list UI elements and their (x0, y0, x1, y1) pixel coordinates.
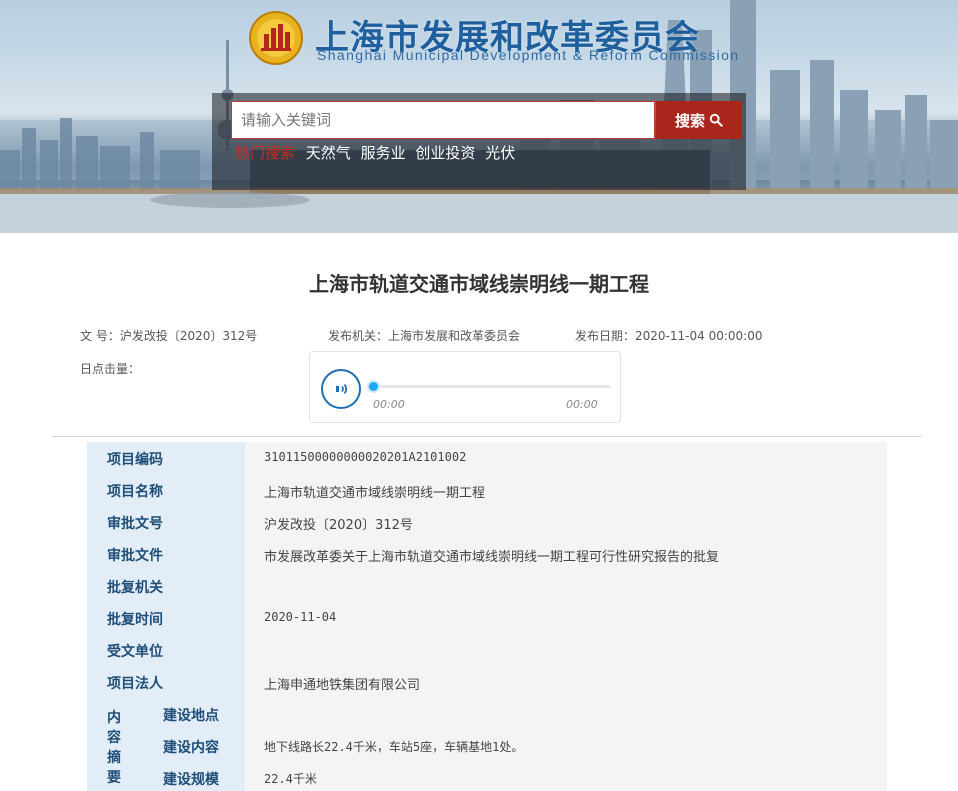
progress-knob[interactable] (367, 380, 380, 393)
issuer-meta: 发布机关：上海市发展和改革委员会 (328, 327, 520, 344)
doc-number-label: 文 号： (80, 329, 120, 343)
hot-keyword-link[interactable]: 光伏 (485, 144, 515, 162)
row-label: 受文单位 (107, 644, 163, 660)
row-label: 审批文件 (107, 548, 163, 564)
search-button[interactable]: 搜索 (656, 101, 742, 139)
hot-search-label: 热门搜索 (235, 144, 296, 162)
page-title: 上海市轨道交通市域线崇明线一期工程 (309, 272, 649, 296)
hot-search-row: 热门搜索 天然气 服务业 创业投资 光伏 (235, 142, 520, 166)
row-value: 沪发改投〔2020〕312号 (264, 518, 413, 533)
table-row: 项目法人 上海申通地铁集团有限公司 (87, 666, 887, 698)
row-label: 项目法人 (107, 676, 163, 692)
table-row: 批复时间 2020-11-04 (87, 602, 887, 634)
table-row: 受文单位 (87, 634, 887, 666)
doc-number-meta: 文 号：沪发改投〔2020〕312号 (80, 327, 257, 344)
speaker-icon (336, 383, 348, 395)
table-row: 项目编码 31011500000000020201A2101002 (87, 442, 887, 474)
row-label: 批复机关 (107, 580, 163, 596)
row-label: 批复时间 (107, 612, 163, 628)
row-label: 建设内容 (163, 740, 219, 756)
row-value: 22.4千米 (264, 772, 317, 786)
search-input[interactable] (231, 101, 655, 139)
divider (52, 436, 922, 437)
emblem-icon (249, 11, 303, 65)
publish-date-label: 发布日期： (575, 329, 636, 343)
row-value: 地下线路长22.4千米，车站5座，车辆基地1处。 (264, 740, 524, 754)
hot-keyword-link[interactable]: 创业投资 (415, 144, 475, 162)
search-icon (709, 113, 723, 127)
row-value: 市发展改革委关于上海市轨道交通市域线崇明线一期工程可行性研究报告的批复 (264, 550, 720, 565)
total-time: 00:00 (566, 398, 598, 411)
table-row: 项目名称 上海市轨道交通市域线崇明线一期工程 (87, 474, 887, 506)
table-row: 批复机关 (87, 570, 887, 602)
table-row: 建设内容 地下线路长22.4千米，车站5座，车辆基地1处。 (87, 730, 887, 762)
row-value: 2020-11-04 (264, 610, 337, 624)
audio-player: 00:00 00:00 (309, 351, 621, 423)
row-label: 审批文号 (107, 516, 163, 532)
row-label: 建设地点 (163, 708, 219, 724)
issuer-label: 发布机关： (328, 329, 389, 343)
row-value: 上海申通地铁集团有限公司 (264, 678, 421, 693)
site-logo[interactable]: 上海市发展和改革委员会 Shanghai Municipal Developme… (247, 10, 738, 70)
table-row: 审批文号 沪发改投〔2020〕312号 (87, 506, 887, 538)
search-panel: 搜索 热门搜索 天然气 服务业 创业投资 光伏 (212, 93, 746, 190)
site-subtitle: Shanghai Municipal Development & Reform … (317, 47, 740, 63)
issuer-value: 上海市发展和改革委员会 (388, 329, 521, 343)
row-label: 项目名称 (107, 484, 163, 500)
row-label: 建设规模 (163, 772, 219, 788)
view-count-label: 日点击量： (80, 362, 141, 376)
table-row: 审批文件 市发展改革委关于上海市轨道交通市域线崇明线一期工程可行性研究报告的批复 (87, 538, 887, 570)
row-value: 31011500000000020201A2101002 (264, 450, 467, 464)
search-button-label: 搜索 (674, 111, 705, 130)
doc-number-value: 沪发改投〔2020〕312号 (119, 329, 258, 343)
hot-keyword-link[interactable]: 服务业 (361, 144, 406, 162)
project-info-table: 项目编码 31011500000000020201A2101002 项目名称 上… (87, 442, 887, 791)
play-button[interactable] (321, 369, 361, 409)
publish-date-meta: 发布日期：2020-11-04 00:00:00 (575, 327, 762, 344)
hot-keyword-link[interactable]: 天然气 (306, 144, 351, 162)
table-row: 建设规模 22.4千米 (87, 762, 887, 791)
publish-date-value: 2020-11-04 00:00:00 (635, 329, 763, 343)
row-value: 上海市轨道交通市域线崇明线一期工程 (264, 486, 486, 501)
table-row: 建设地点 (87, 698, 887, 730)
row-label: 项目编码 (107, 452, 163, 468)
current-time: 00:00 (373, 398, 405, 411)
header-banner: 上海市发展和改革委员会 Shanghai Municipal Developme… (0, 0, 958, 233)
progress-track[interactable] (374, 385, 611, 388)
